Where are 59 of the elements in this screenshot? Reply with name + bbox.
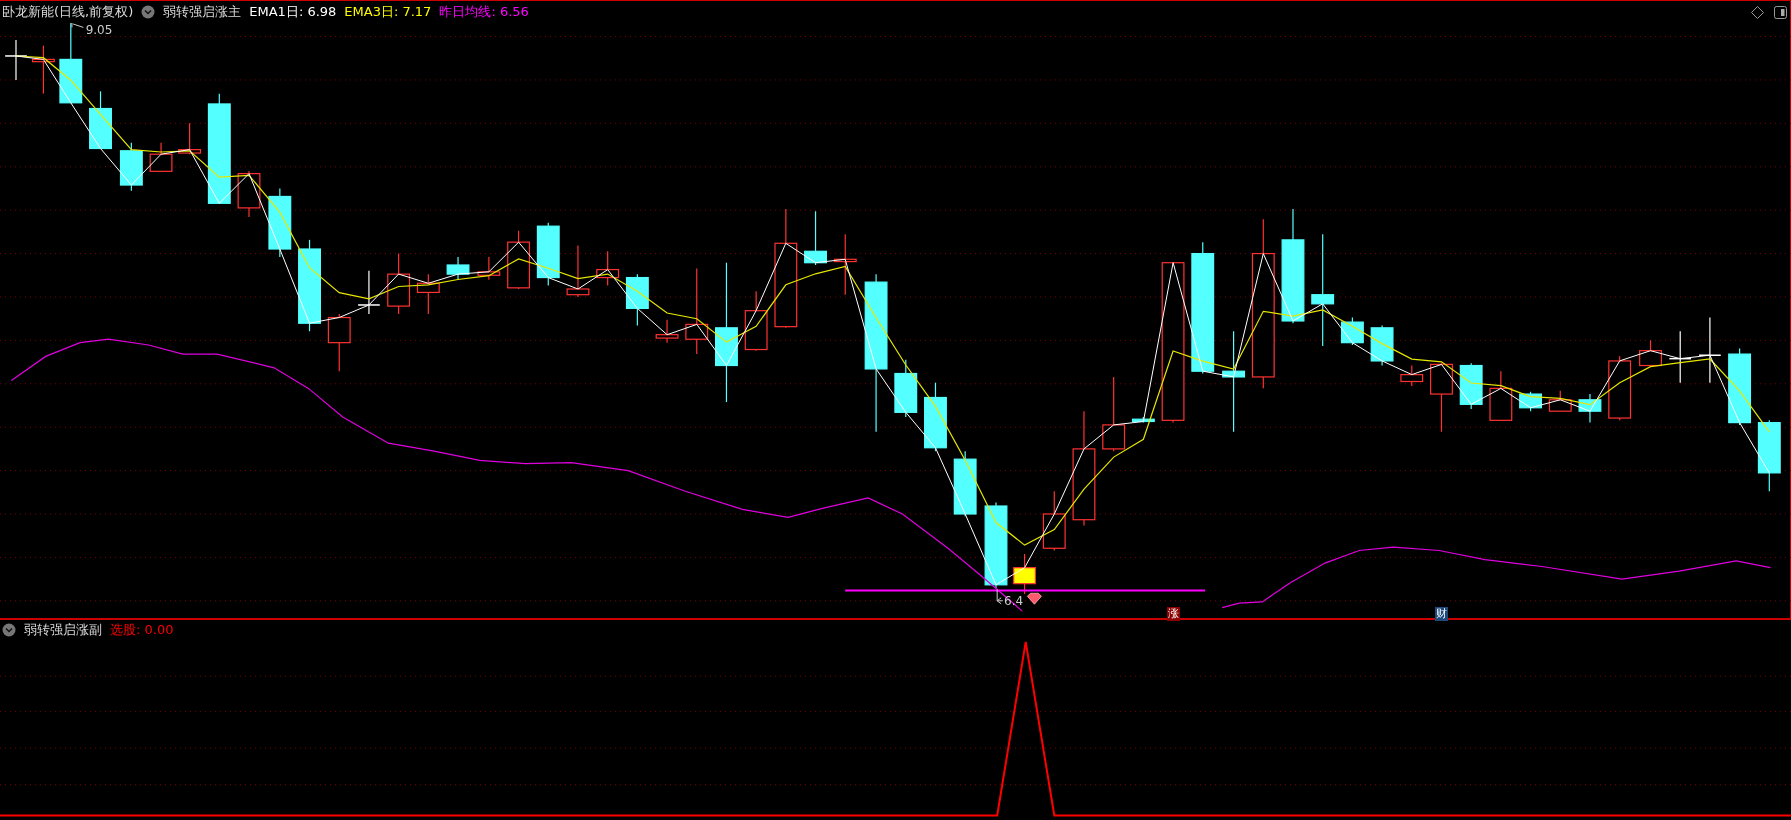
candlestick <box>387 252 411 315</box>
candlestick <box>566 245 590 298</box>
signal-badge: 涨 <box>1167 606 1181 621</box>
candlestick <box>119 142 143 192</box>
candlestick <box>1400 364 1424 387</box>
signal-badge: 财 <box>1434 606 1448 621</box>
candlestick <box>268 187 292 258</box>
candlestick <box>1698 316 1722 384</box>
candlestick <box>1370 324 1394 367</box>
candlestick <box>596 250 620 287</box>
candlestick <box>149 142 173 172</box>
candlestick <box>1430 362 1453 433</box>
candlestick <box>894 359 918 418</box>
candlestick <box>357 270 381 315</box>
indicator-name: 弱转强启涨副 <box>24 621 102 639</box>
panel-toggle-icon[interactable] <box>1773 4 1788 20</box>
candlestick <box>89 90 112 150</box>
candlestick <box>1489 370 1513 421</box>
leader-line <box>996 588 1004 605</box>
diamond-icon[interactable] <box>1750 4 1765 20</box>
price-label: 9.05 <box>85 24 113 37</box>
candlestick <box>507 230 530 290</box>
candlestick <box>477 256 501 281</box>
candlestick <box>744 290 768 352</box>
leader-line <box>71 23 84 28</box>
candlestick <box>446 256 470 281</box>
legend-value: EMA1日: 6.98 <box>249 3 337 21</box>
legend-value: 选股: 0.00 <box>110 621 174 639</box>
candlestick <box>655 319 679 344</box>
candlestick <box>416 273 440 315</box>
candlestick <box>1013 553 1036 595</box>
stock-title: 卧龙新能(日线,前复权) <box>2 3 134 21</box>
candlestick <box>953 450 977 517</box>
candlestick <box>1519 391 1542 412</box>
candlestick <box>625 273 649 327</box>
legend-value: EMA3日: 7.17 <box>344 3 432 21</box>
candlestick <box>833 233 857 296</box>
candlestick <box>1340 316 1364 346</box>
chevron-circle-icon[interactable] <box>2 623 16 637</box>
candlestick <box>178 122 202 155</box>
candlestick <box>1639 339 1662 367</box>
candlestick <box>31 45 55 95</box>
candlestick <box>1459 362 1483 410</box>
candlestick <box>4 39 28 81</box>
indicator-name: 弱转强启涨主 <box>163 3 242 21</box>
candlestick <box>1131 416 1155 424</box>
candlestick <box>327 313 351 372</box>
candlestick <box>237 170 261 218</box>
candlestick <box>536 222 560 287</box>
candlestick <box>1578 393 1602 424</box>
candlestick <box>924 382 947 452</box>
candlestick <box>1548 390 1572 412</box>
candlestick <box>1608 355 1632 421</box>
legend-value: 昨日均线: 6.56 <box>439 3 529 21</box>
candlestick <box>804 210 827 266</box>
gem-icon <box>1027 592 1042 605</box>
candlestick <box>1042 490 1066 552</box>
chevron-circle-icon[interactable] <box>141 5 156 19</box>
candlestick <box>1668 330 1692 384</box>
